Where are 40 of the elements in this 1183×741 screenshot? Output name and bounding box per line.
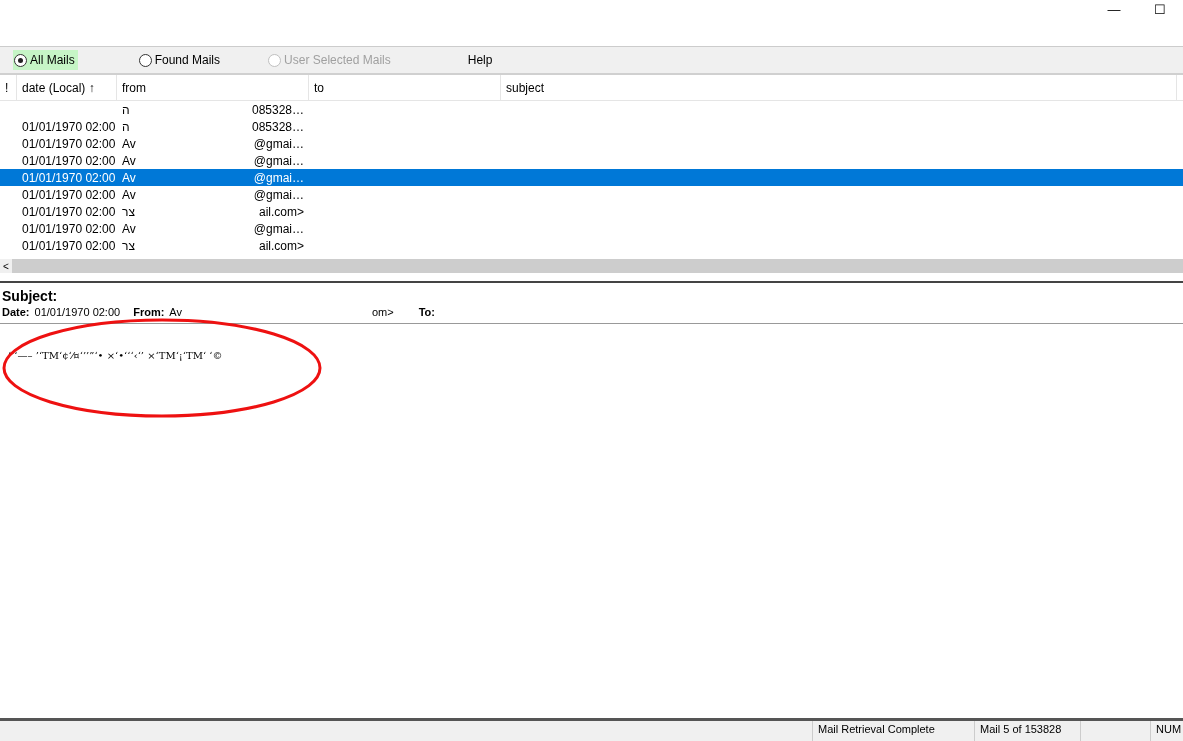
date-value: 01/01/1970 02:00 <box>34 306 121 318</box>
column-header[interactable]: ! <box>0 75 17 100</box>
date-label: Date: <box>2 306 30 318</box>
to-label: To: <box>418 306 435 318</box>
date-cell-text: 01/01/1970 02:00 <box>21 153 117 168</box>
column-header[interactable]: from <box>117 75 309 100</box>
mail-row[interactable]: 01/01/1970 02:00 Av @gmai… <box>0 169 1183 186</box>
column-header[interactable]: subject <box>501 75 1177 100</box>
from-cell-text: Av @gmai… <box>121 153 305 168</box>
from-cell-text: Av @gmai… <box>121 170 305 185</box>
date-cell-text: 01/01/1970 02:00 <box>21 238 117 253</box>
from-label: From: <box>133 306 165 318</box>
date-cell-text: 01/01/1970 02:00 <box>21 221 117 236</box>
date-cell-text: 01/01/1970 02:00 <box>21 136 117 151</box>
mail-filter-radio[interactable]: All Mails <box>13 50 78 70</box>
date-cell-text: 01/01/1970 02:00 <box>21 170 117 185</box>
help-menu[interactable]: Help <box>467 53 493 67</box>
column-header[interactable]: to <box>309 75 501 100</box>
date-cell-text: 01/01/1970 02:00 <box>21 187 117 202</box>
date-cell-text: 01/01/1970 02:00 <box>21 119 117 134</box>
mail-row[interactable]: 01/01/1970 02:00 Av @gmai… <box>0 220 1183 237</box>
from-value: Av <box>169 306 182 318</box>
mail-filter-radio[interactable]: Found Mails <box>137 50 224 70</box>
mail-row[interactable]: 01/01/1970 02:00 Av @gmai… <box>0 186 1183 203</box>
date-cell-text: 01/01/1970 02:00 <box>21 204 117 219</box>
from-cell-text: Av @gmai… <box>121 221 305 236</box>
status-pane: Mail Retrieval Complete <box>812 721 974 741</box>
subject-label: Subject: <box>1 287 59 306</box>
column-header[interactable]: date (Local) ↑ <box>17 75 117 100</box>
maximize-button[interactable]: ☐ <box>1137 0 1183 17</box>
mail-row[interactable]: 01/01/1970 02:00 Av @gmai… <box>0 135 1183 152</box>
status-pane: Mail 5 of 153828 <box>974 721 1080 741</box>
from-value: om> <box>371 306 394 318</box>
minimize-button[interactable]: — <box>1091 0 1137 17</box>
from-cell-text: Av @gmai… <box>121 187 305 202</box>
scroll-left-button[interactable]: < <box>0 259 12 273</box>
from-cell-text: Av @gmai… <box>121 136 305 151</box>
status-pane: NUM <box>1150 721 1183 741</box>
horizontal-scrollbar[interactable]: < <box>0 259 1183 273</box>
mail-row[interactable]: 01/01/1970 02:00 Av @gmai… <box>0 152 1183 169</box>
